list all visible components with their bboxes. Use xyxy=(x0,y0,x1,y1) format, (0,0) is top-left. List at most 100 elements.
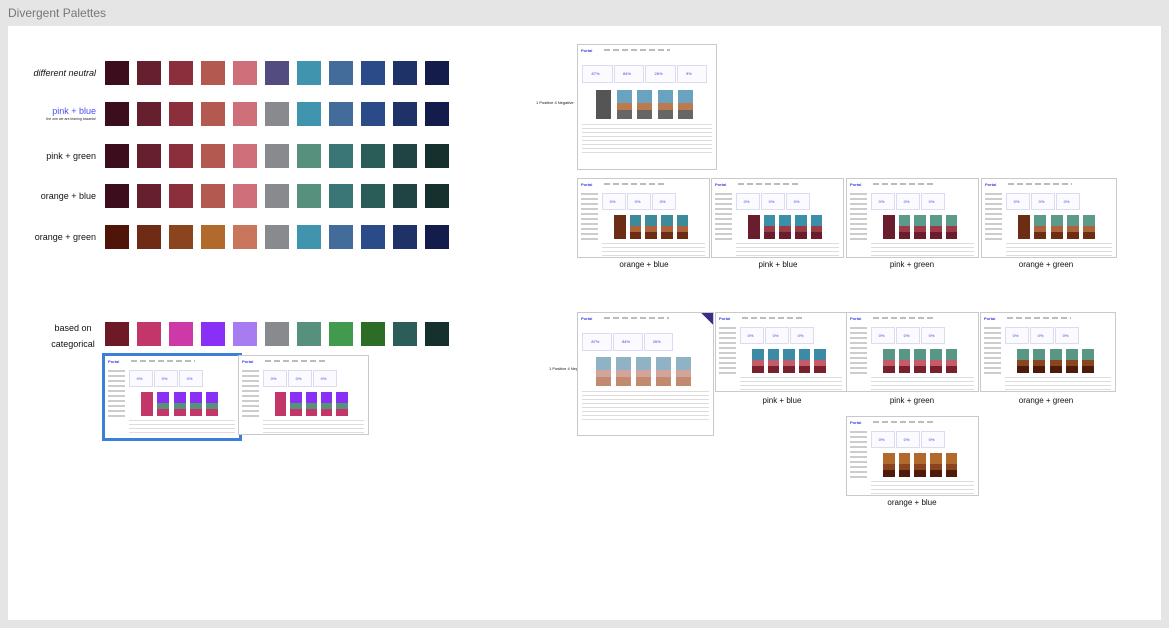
color-swatch[interactable] xyxy=(105,144,129,168)
color-swatch[interactable] xyxy=(137,144,161,168)
thumb-bar xyxy=(945,349,958,373)
frame-title: Divergent Palettes xyxy=(8,6,107,20)
thumb-bar xyxy=(629,215,642,239)
color-swatch[interactable] xyxy=(329,322,353,346)
color-swatch[interactable] xyxy=(393,144,417,168)
color-swatch[interactable] xyxy=(201,61,225,85)
design-canvas[interactable]: different neutral pink + blue the one we a… xyxy=(8,26,1161,620)
color-swatch[interactable] xyxy=(425,184,449,208)
color-swatch[interactable] xyxy=(425,225,449,249)
thumb-bar xyxy=(676,215,689,239)
thumb-bar-segment xyxy=(1083,215,1096,226)
color-swatch[interactable] xyxy=(265,102,289,126)
color-swatch[interactable] xyxy=(265,61,289,85)
thumb-sidebar-line xyxy=(850,476,867,478)
thumb-stat-card: 84% xyxy=(613,65,644,83)
thumb-sidebar-line xyxy=(242,385,259,387)
color-swatch[interactable] xyxy=(393,184,417,208)
color-swatch[interactable] xyxy=(105,184,129,208)
color-swatch[interactable] xyxy=(393,102,417,126)
color-swatch[interactable] xyxy=(361,225,385,249)
color-swatch[interactable] xyxy=(297,144,321,168)
thumb-categorical[interactable]: Portal 0% 0% 0% xyxy=(238,355,369,435)
color-swatch[interactable] xyxy=(105,225,129,249)
thumb-sidebar-line xyxy=(108,395,125,397)
color-swatch[interactable] xyxy=(361,61,385,85)
thumb-sidebar-line xyxy=(719,372,736,374)
color-swatch[interactable] xyxy=(329,184,353,208)
thumb-table-line xyxy=(582,124,712,126)
color-swatch[interactable] xyxy=(393,225,417,249)
color-swatch[interactable] xyxy=(329,144,353,168)
color-swatch[interactable] xyxy=(137,322,161,346)
color-swatch[interactable] xyxy=(233,102,257,126)
thumb-table-line xyxy=(1005,385,1111,386)
color-swatch[interactable] xyxy=(169,225,193,249)
color-swatch[interactable] xyxy=(137,184,161,208)
color-swatch[interactable] xyxy=(233,184,257,208)
color-swatch[interactable] xyxy=(169,61,193,85)
color-swatch[interactable] xyxy=(233,225,257,249)
color-swatch[interactable] xyxy=(169,184,193,208)
color-swatch[interactable] xyxy=(137,61,161,85)
thumb-orange-green-2[interactable]: Portal 0% 0% 0% xyxy=(980,312,1116,392)
thumb-sidebar-line xyxy=(850,436,867,438)
thumb-table-line xyxy=(871,377,974,378)
thumb-bar-chart xyxy=(596,356,699,387)
thumb-stat-card: 0% xyxy=(129,370,153,387)
color-swatch[interactable] xyxy=(361,322,385,346)
color-swatch[interactable] xyxy=(425,61,449,85)
color-swatch[interactable] xyxy=(425,322,449,346)
thumb-orange-green[interactable]: Portal 0% 0% 0% xyxy=(981,178,1117,258)
thumb-pink-blue-2[interactable]: Portal 0% 0% 0% xyxy=(715,312,847,392)
color-swatch[interactable] xyxy=(297,61,321,85)
color-swatch[interactable] xyxy=(393,322,417,346)
thumb-categorical-selected[interactable]: Portal 0% 0% 0% xyxy=(102,353,242,441)
color-swatch[interactable] xyxy=(265,144,289,168)
thumb-pink-blue[interactable]: Portal 0% 0% 0% xyxy=(711,178,844,258)
color-swatch[interactable] xyxy=(329,61,353,85)
thumb-reference-top[interactable]: Portal 87% 84% 26% 9% xyxy=(577,44,717,170)
color-swatch[interactable] xyxy=(265,184,289,208)
color-swatch[interactable] xyxy=(233,144,257,168)
color-swatch[interactable] xyxy=(361,102,385,126)
color-swatch[interactable] xyxy=(297,102,321,126)
color-swatch[interactable] xyxy=(297,225,321,249)
color-swatch[interactable] xyxy=(105,322,129,346)
thumb-orange-blue[interactable]: Portal 0% 0% 0% xyxy=(577,178,710,258)
color-swatch[interactable] xyxy=(265,225,289,249)
thumb-pink-green[interactable]: Portal 0% 0% 0% xyxy=(846,178,979,258)
thumb-sidebar-line xyxy=(581,218,598,220)
thumb-pink-green-2[interactable]: Portal 0% 0% 0% xyxy=(846,312,979,392)
thumb-sidebar-line xyxy=(984,352,1001,354)
color-swatch[interactable] xyxy=(265,322,289,346)
color-swatch[interactable] xyxy=(393,61,417,85)
color-swatch[interactable] xyxy=(169,144,193,168)
color-swatch[interactable] xyxy=(297,322,321,346)
color-swatch[interactable] xyxy=(329,102,353,126)
color-swatch[interactable] xyxy=(137,225,161,249)
thumb-bar-segment xyxy=(596,89,612,120)
color-swatch[interactable] xyxy=(233,322,257,346)
color-swatch[interactable] xyxy=(233,61,257,85)
color-swatch[interactable] xyxy=(201,144,225,168)
color-swatch[interactable] xyxy=(425,144,449,168)
color-swatch[interactable] xyxy=(201,322,225,346)
color-swatch[interactable] xyxy=(201,102,225,126)
color-swatch[interactable] xyxy=(169,322,193,346)
color-swatch[interactable] xyxy=(425,102,449,126)
color-swatch[interactable] xyxy=(169,102,193,126)
thumb-bar-segment xyxy=(779,215,792,226)
color-swatch[interactable] xyxy=(201,184,225,208)
color-swatch[interactable] xyxy=(105,61,129,85)
thumb-reference-bottom[interactable]: Portal 87% 84% 26% xyxy=(577,312,714,436)
color-swatch[interactable] xyxy=(329,225,353,249)
color-swatch[interactable] xyxy=(105,102,129,126)
color-swatch[interactable] xyxy=(361,184,385,208)
color-swatch[interactable] xyxy=(201,225,225,249)
color-swatch[interactable] xyxy=(137,102,161,126)
thumb-orange-blue-2[interactable]: Portal 0% 0% 0% xyxy=(846,416,979,496)
thumb-sidebar-line xyxy=(850,203,867,205)
color-swatch[interactable] xyxy=(361,144,385,168)
color-swatch[interactable] xyxy=(297,184,321,208)
